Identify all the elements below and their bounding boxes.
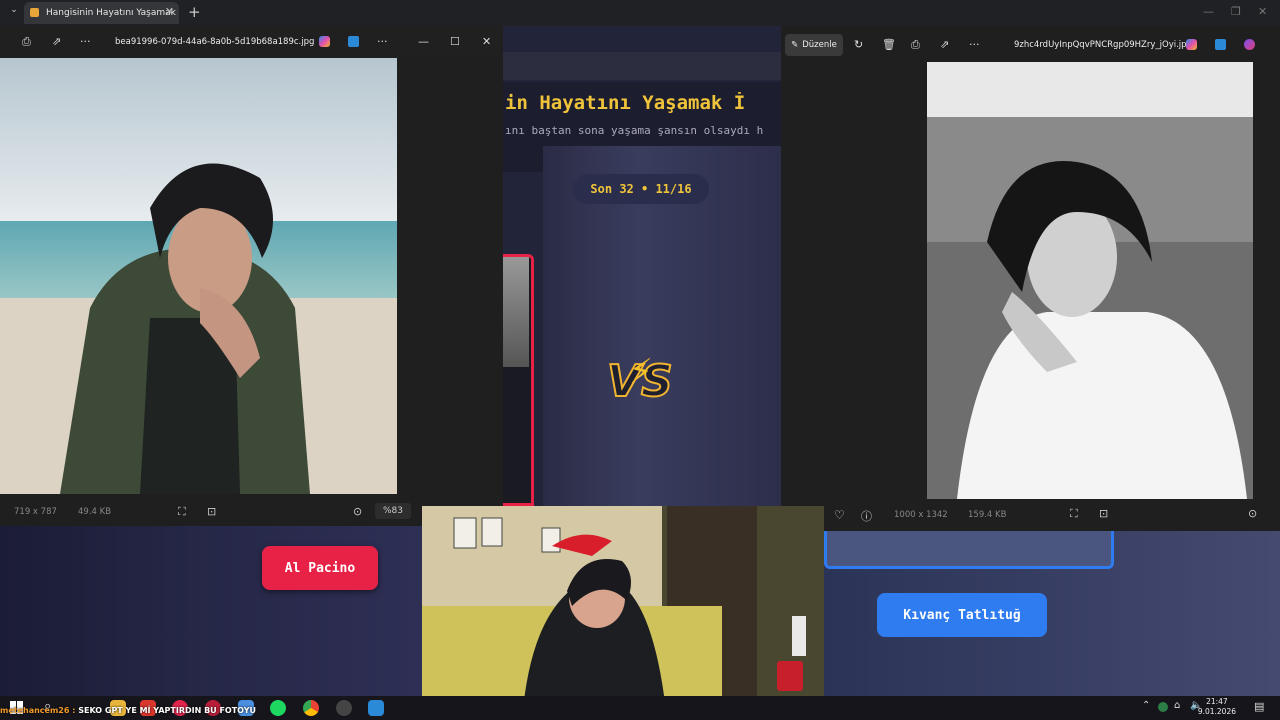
image-dimensions: 1000 x 1342 xyxy=(894,510,948,520)
round-badge: Son 32 • 11/16 xyxy=(573,174,709,204)
designer-icon[interactable] xyxy=(1215,39,1226,50)
webcam-overlay xyxy=(422,506,824,720)
image-dimensions: 719 x 787 xyxy=(14,507,57,517)
browser-tab-strip: ⌄ Hangisinin Hayatını Yaşamak İs ✕ + — ❐… xyxy=(0,0,1280,26)
notification-icon[interactable]: ▤ xyxy=(1254,700,1264,713)
minimize-icon[interactable]: — xyxy=(1203,5,1214,18)
print-icon[interactable]: ⎙ xyxy=(22,35,31,49)
tab-favicon-icon xyxy=(30,8,39,17)
left-card-photo xyxy=(501,257,529,367)
stream-chat-message: metehancem26 : SEKO GPT YE Mİ YAPTIRDIN … xyxy=(0,706,256,715)
file-size: 49.4 KB xyxy=(78,507,112,517)
zoom-icon[interactable]: ⊙ xyxy=(353,505,362,518)
copilot-icon[interactable] xyxy=(319,36,330,47)
minimize-icon[interactable]: — xyxy=(418,35,429,48)
chat-text: SEKO GPT YE Mİ YAPTIRDIN BU FOTOYU xyxy=(78,706,256,715)
website-content: in Hayatını Yaşamak İ ını baştan sona ya… xyxy=(501,26,783,506)
spotify-icon[interactable] xyxy=(270,700,286,716)
copilot-icon[interactable] xyxy=(1186,39,1197,50)
right-candidate-area: Kıvanç Tatlıtuğ xyxy=(824,531,1280,696)
tray-app-icon[interactable] xyxy=(1158,702,1168,712)
app-icon[interactable] xyxy=(1244,39,1255,50)
delete-icon[interactable]: 🗑 xyxy=(882,38,896,51)
more-options-icon[interactable]: ··· xyxy=(377,35,388,48)
left-candidate-card[interactable] xyxy=(501,254,534,506)
new-tab-button[interactable]: + xyxy=(188,3,201,21)
left-candidate-area: Al Pacino xyxy=(0,526,422,696)
obs-icon[interactable] xyxy=(336,700,352,716)
favorite-icon[interactable]: ♡ xyxy=(834,508,845,522)
edit-label: Düzenle xyxy=(802,40,837,50)
print-icon[interactable]: ⎙ xyxy=(911,38,920,52)
site-title: in Hayatını Yaşamak İ xyxy=(505,92,746,114)
beach-portrait-photo xyxy=(0,58,397,494)
close-icon[interactable]: ✕ xyxy=(482,35,491,48)
rotate-icon[interactable]: ↻ xyxy=(854,38,863,51)
tab-close-icon[interactable]: ✕ xyxy=(165,5,174,18)
photos-viewer-right: ✎ Düzenle ↻ 🗑 ⎙ ⇗ ··· 9zhc4rdUyInpQqvPNC… xyxy=(781,26,1280,531)
file-name: bea91996-079d-44a6-8a0b-5d19b68a189c.jpg xyxy=(115,37,315,47)
chat-username: metehancem26 : xyxy=(0,706,76,715)
zoom-level[interactable]: %83 xyxy=(375,503,412,519)
viewer-toolbar: ⎙ ⇗ ··· bea91996-079d-44a6-8a0b-5d19b68a… xyxy=(0,26,503,58)
system-clock[interactable]: 21:47 9.01.2026 xyxy=(1198,697,1236,717)
share-icon[interactable]: ⇗ xyxy=(940,38,949,51)
photos-icon[interactable] xyxy=(368,700,384,716)
file-size: 159.4 KB xyxy=(968,510,1007,520)
edit-button[interactable]: ✎ Düzenle xyxy=(785,34,843,56)
fit-to-window-icon[interactable]: ⛶ xyxy=(1070,507,1078,521)
right-candidate-name[interactable]: Kıvanç Tatlıtuğ xyxy=(877,593,1047,637)
fit-to-window-icon[interactable]: ⛶ xyxy=(178,505,186,519)
photos-viewer-left: ⎙ ⇗ ··· bea91996-079d-44a6-8a0b-5d19b68a… xyxy=(0,26,503,526)
lightning-icon: ⚡ xyxy=(629,352,653,392)
browser-tab-active[interactable]: Hangisinin Hayatını Yaşamak İs ✕ xyxy=(24,2,179,24)
right-candidate-card[interactable] xyxy=(824,531,1114,569)
tab-title: Hangisinin Hayatını Yaşamak İs xyxy=(46,8,179,18)
clock-time: 21:47 xyxy=(1206,697,1228,706)
maximize-icon[interactable]: ❐ xyxy=(1231,5,1241,18)
left-candidate-name[interactable]: Al Pacino xyxy=(262,546,378,590)
actual-size-icon[interactable]: ⊡ xyxy=(1099,507,1108,520)
file-name: 9zhc4rdUyInpQqvPNCRgp09HZry_jOyi.jpg xyxy=(1014,40,1192,50)
more-icon[interactable]: ··· xyxy=(969,38,980,51)
tray-chevron-icon[interactable]: ⌃ xyxy=(1142,700,1150,711)
maximize-icon[interactable]: ☐ xyxy=(450,35,460,48)
actual-size-icon[interactable]: ⊡ xyxy=(207,505,216,518)
chrome-icon[interactable] xyxy=(303,700,319,716)
bw-portrait-photo xyxy=(927,62,1253,499)
site-topbar xyxy=(503,52,781,80)
share-icon[interactable]: ⇗ xyxy=(52,35,61,48)
edit-icon: ✎ xyxy=(791,40,799,50)
zoom-icon[interactable]: ⊙ xyxy=(1248,507,1257,520)
info-icon[interactable]: ⓘ xyxy=(861,508,872,524)
site-subtitle: ını baştan sona yaşama şansın olsaydı h xyxy=(505,124,764,137)
close-window-icon[interactable]: ✕ xyxy=(1258,5,1267,18)
network-icon[interactable]: ⌂ xyxy=(1174,700,1180,711)
designer-icon[interactable] xyxy=(348,36,359,47)
more-icon[interactable]: ··· xyxy=(80,35,91,48)
tab-search-icon[interactable]: ⌄ xyxy=(6,5,22,21)
clock-date: 9.01.2026 xyxy=(1197,707,1236,716)
